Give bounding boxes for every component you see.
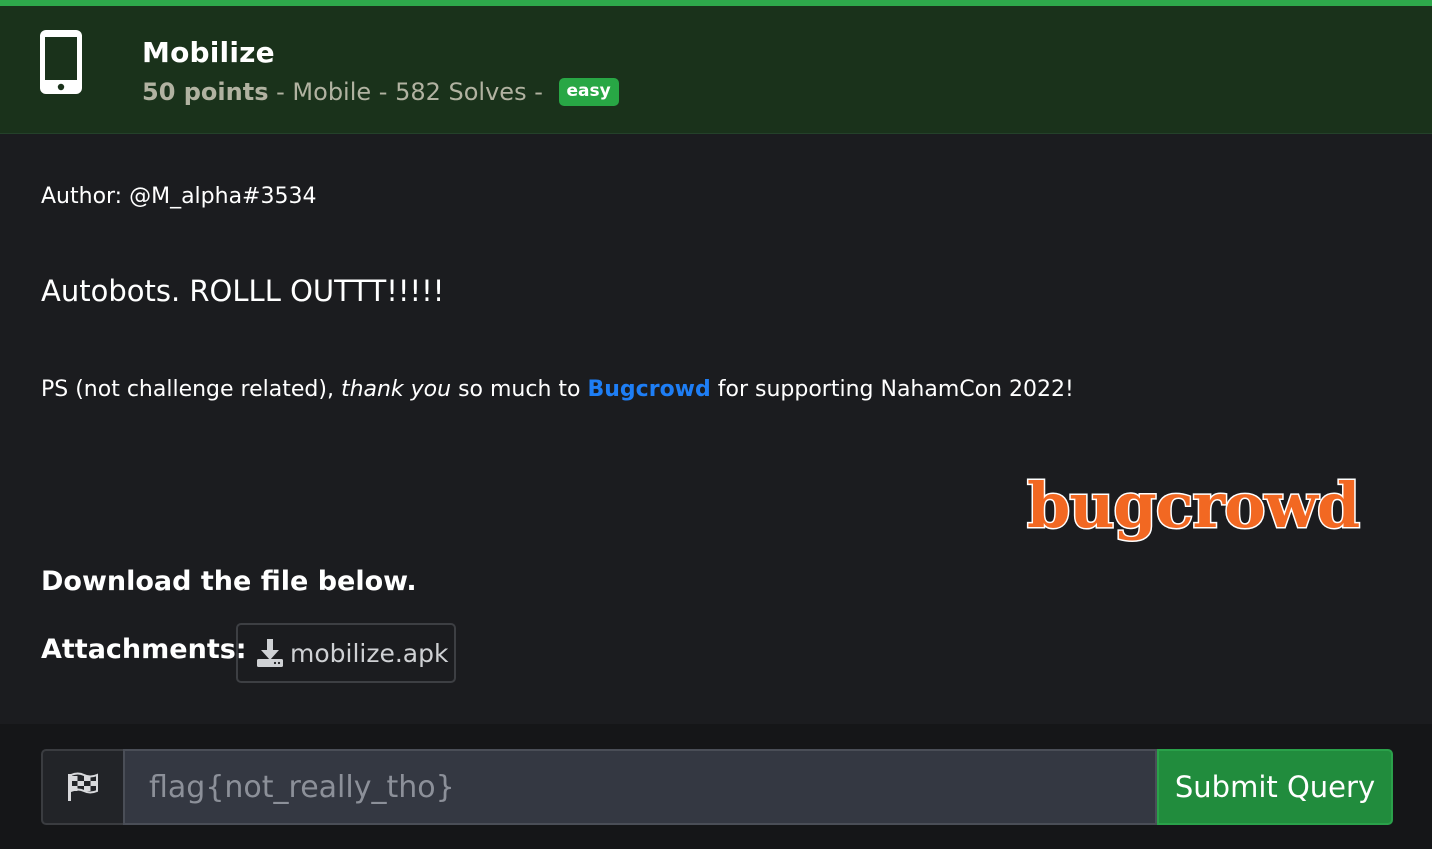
- sponsor-note-suffix: for supporting NahamCon 2022!: [710, 377, 1074, 402]
- attachments-label: Attachments:: [41, 634, 247, 665]
- checkered-flag-icon: [68, 772, 98, 801]
- bugcrowd-logo: bugcrowd: [1025, 468, 1361, 544]
- download-heading: Download the file below.: [41, 566, 417, 597]
- meta-separator: -: [371, 78, 396, 106]
- flag-input[interactable]: [123, 749, 1157, 825]
- challenge-title: Mobilize: [142, 36, 275, 69]
- sponsor-note: PS (not challenge related), thank you so…: [41, 377, 1074, 402]
- sponsor-note-middle: so much to: [451, 377, 588, 402]
- author-line: Author: @M_alpha#3534: [41, 184, 317, 209]
- sponsor-note-emphasis: thank you: [340, 377, 452, 402]
- flag-submission-area: Submit Query: [0, 724, 1432, 849]
- challenge-solves: 582 Solves: [395, 78, 527, 106]
- difficulty-badge: easy: [558, 78, 619, 106]
- flag-input-addon: [41, 749, 123, 825]
- challenge-category: Mobile: [292, 78, 372, 106]
- attachment-download-button[interactable]: mobilize.apk: [236, 623, 456, 683]
- download-icon: [257, 639, 283, 667]
- meta-separator: -: [526, 78, 551, 106]
- challenge-points: 50 points: [142, 78, 269, 106]
- submit-button[interactable]: Submit Query: [1157, 749, 1393, 825]
- mobile-phone-icon: [40, 30, 82, 94]
- sponsor-note-prefix: PS (not challenge related),: [41, 377, 341, 402]
- bugcrowd-link[interactable]: Bugcrowd: [588, 377, 711, 402]
- challenge-meta: 50 points - Mobile - 582 Solves - easy: [142, 78, 619, 106]
- flag-form: Submit Query: [41, 749, 1393, 825]
- meta-separator: -: [268, 78, 293, 106]
- attachment-file-name: mobilize.apk: [290, 638, 449, 668]
- challenge-tagline: Autobots. ROLLL OUTTT!!!!!: [41, 274, 445, 308]
- challenge-header: Mobilize 50 points - Mobile - 582 Solves…: [0, 6, 1432, 134]
